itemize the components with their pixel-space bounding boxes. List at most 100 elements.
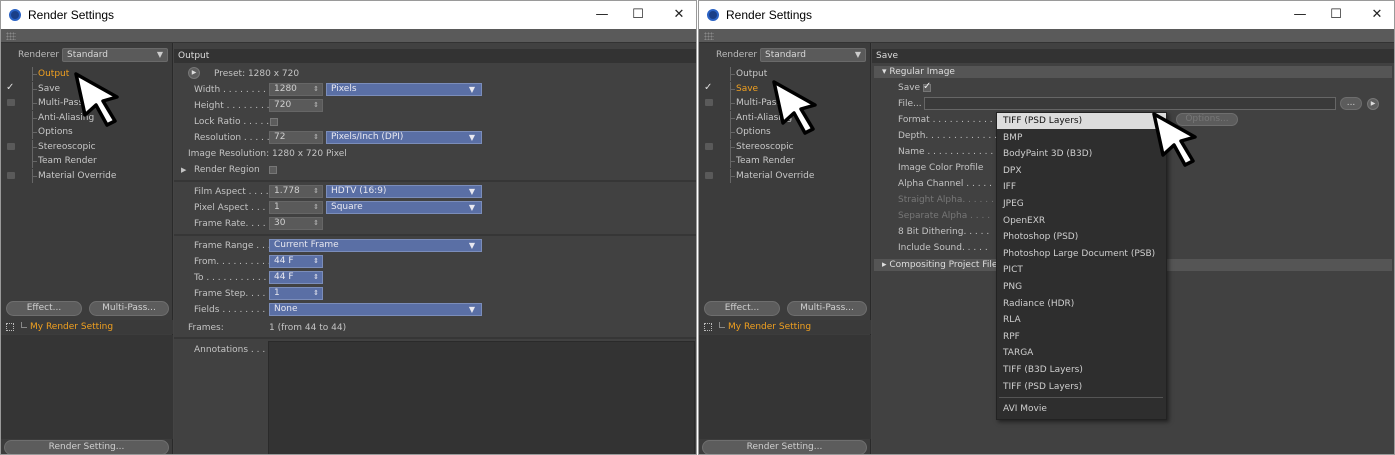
file-row: File... ... ▶	[872, 96, 1394, 112]
resolution-input[interactable]: 72 ⇕	[269, 131, 323, 144]
render-setting-button[interactable]: Render Setting...	[702, 440, 867, 454]
renderer-select[interactable]: Standard ▼	[62, 48, 168, 62]
tree-item[interactable]: Team Render	[699, 154, 871, 168]
format-option[interactable]: PNG	[997, 279, 1166, 295]
mouse-pointer-icon	[1152, 112, 1197, 167]
format-option[interactable]: BodyPaint 3D (B3D)	[997, 146, 1166, 162]
checkmark-icon: ✓	[923, 81, 932, 92]
pixel-aspect-input[interactable]: 1 ⇕	[269, 201, 323, 214]
frame-range-row: Frame Range . . . Current Frame ▼	[174, 238, 696, 254]
checkmark-icon[interactable]: ✓	[6, 82, 14, 93]
width-input[interactable]: 1280 ⇕	[269, 83, 323, 96]
tree-checkbox[interactable]	[705, 142, 713, 150]
maximize-button[interactable]: ☐	[624, 6, 652, 24]
close-button[interactable]: ✕	[1363, 6, 1391, 24]
format-option[interactable]: DPX	[997, 163, 1166, 179]
format-option[interactable]: PICT	[997, 262, 1166, 278]
format-option[interactable]: IFF	[997, 179, 1166, 195]
annotations-textarea[interactable]	[268, 341, 695, 454]
tree-item-label: Team Render	[38, 156, 97, 166]
file-path-input[interactable]	[924, 97, 1336, 110]
format-option[interactable]: Photoshop Large Document (PSB)	[997, 246, 1166, 262]
pixel-aspect-row: Pixel Aspect . . . . 1 ⇕ Square ▼	[174, 200, 696, 216]
fields-value: None	[274, 304, 298, 314]
tree-checkbox[interactable]	[7, 99, 15, 106]
render-setting-item[interactable]: My Render Setting	[1, 320, 173, 334]
pixel-aspect-select[interactable]: Square ▼	[326, 201, 482, 214]
resolution-label: Resolution . . . . .	[194, 133, 270, 143]
minimize-button[interactable]: —	[588, 6, 616, 24]
tree-item[interactable]: Stereoscopic	[699, 139, 871, 154]
format-option[interactable]: JPEG	[997, 196, 1166, 212]
lock-ratio-label: Lock Ratio . . . . .	[194, 117, 270, 127]
tree-item[interactable]: Material Override	[699, 168, 871, 183]
grip-dots-icon	[6, 32, 16, 40]
tree-connector	[32, 88, 37, 90]
render-setting-button[interactable]: Render Setting...	[4, 440, 169, 454]
regular-image-section[interactable]: ▾ Regular Image	[874, 66, 1392, 78]
renderer-select[interactable]: Standard ▼	[760, 48, 866, 62]
effect-button[interactable]: Effect...	[704, 301, 780, 316]
file-play-icon[interactable]: ▶	[1367, 98, 1379, 110]
format-option[interactable]: TIFF (PSD Layers)	[997, 113, 1166, 129]
render-region-label: Render Region	[194, 165, 260, 175]
frame-step-input[interactable]: 1 ⇕	[269, 287, 323, 300]
format-dropdown-menu: TIFF (PSD Layers) BMP BodyPaint 3D (B3D) DP…	[996, 112, 1167, 420]
include-sound-label: Include Sound. . . . .	[898, 243, 988, 253]
expand-arrow-icon[interactable]: ▶	[181, 166, 186, 174]
effect-button[interactable]: Effect...	[6, 301, 82, 316]
toolbar-grip[interactable]	[1, 29, 696, 43]
close-button[interactable]: ✕	[665, 6, 693, 24]
maximize-button[interactable]: ☐	[1322, 6, 1350, 24]
chevron-down-icon: ▼	[468, 133, 475, 142]
spinner-icon: ⇕	[313, 289, 319, 297]
from-input[interactable]: 44 F ⇕	[269, 255, 323, 268]
format-option[interactable]: TARGA	[997, 345, 1166, 361]
height-input[interactable]: 720 ⇕	[269, 99, 323, 112]
to-input[interactable]: 44 F ⇕	[269, 271, 323, 284]
toolbar-grip[interactable]	[699, 29, 1394, 43]
renderer-row: Renderer Standard ▼	[699, 47, 871, 63]
format-option[interactable]: RPF	[997, 329, 1166, 345]
render-region-checkbox[interactable]	[269, 166, 277, 174]
tree-item-label: Save	[38, 83, 61, 94]
frame-range-value: Current Frame	[274, 240, 339, 250]
format-option[interactable]: AVI Movie	[997, 401, 1166, 417]
multi-pass-button[interactable]: Multi-Pass...	[787, 301, 867, 316]
renderer-row: Renderer Standard ▼	[1, 47, 173, 63]
format-option[interactable]: TIFF (B3D Layers)	[997, 362, 1166, 378]
browse-button[interactable]: ...	[1340, 97, 1362, 110]
preset-play-icon[interactable]: ▶	[188, 67, 200, 79]
format-option[interactable]: BMP	[997, 130, 1166, 146]
frame-range-select[interactable]: Current Frame ▼	[269, 239, 482, 252]
film-aspect-select[interactable]: HDTV (16:9) ▼	[326, 185, 482, 198]
width-unit-select[interactable]: Pixels ▼	[326, 83, 482, 96]
tree-checkbox[interactable]	[705, 99, 713, 106]
checkmark-icon[interactable]: ✓	[704, 82, 712, 93]
render-region-row: ▶ Render Region	[174, 162, 696, 178]
format-option[interactable]: RLA	[997, 312, 1166, 328]
fields-select[interactable]: None ▼	[269, 303, 482, 316]
tree-connector	[730, 161, 735, 162]
render-setting-item[interactable]: My Render Setting	[699, 320, 871, 334]
resolution-unit-select[interactable]: Pixels/Inch (DPI) ▼	[326, 131, 482, 144]
format-option[interactable]: Photoshop (PSD)	[997, 229, 1166, 245]
tree-item[interactable]: Material Override	[1, 168, 173, 183]
fields-row: Fields . . . . . . . . . None ▼	[174, 302, 696, 318]
multi-pass-button[interactable]: Multi-Pass...	[89, 301, 169, 316]
tree-checkbox[interactable]	[705, 171, 713, 179]
format-option[interactable]: OpenEXR	[997, 213, 1166, 229]
tree-checkbox[interactable]	[7, 142, 15, 150]
film-aspect-input[interactable]: 1.778 ⇕	[269, 185, 323, 198]
tree-checkbox[interactable]	[7, 171, 15, 179]
format-option[interactable]: Radiance (HDR)	[997, 296, 1166, 312]
format-option[interactable]: TIFF (PSD Layers)	[997, 379, 1166, 395]
frame-rate-input[interactable]: 30 ⇕	[269, 217, 323, 230]
to-label: To . . . . . . . . . . . .	[194, 273, 273, 283]
tree-item[interactable]: Team Render	[1, 154, 173, 168]
tree-item[interactable]: Stereoscopic	[1, 139, 173, 154]
lock-ratio-checkbox[interactable]	[270, 118, 278, 126]
minimize-button[interactable]: —	[1286, 6, 1314, 24]
pixel-aspect-label: Pixel Aspect . . . .	[194, 203, 272, 213]
spinner-icon: ⇕	[313, 219, 319, 227]
